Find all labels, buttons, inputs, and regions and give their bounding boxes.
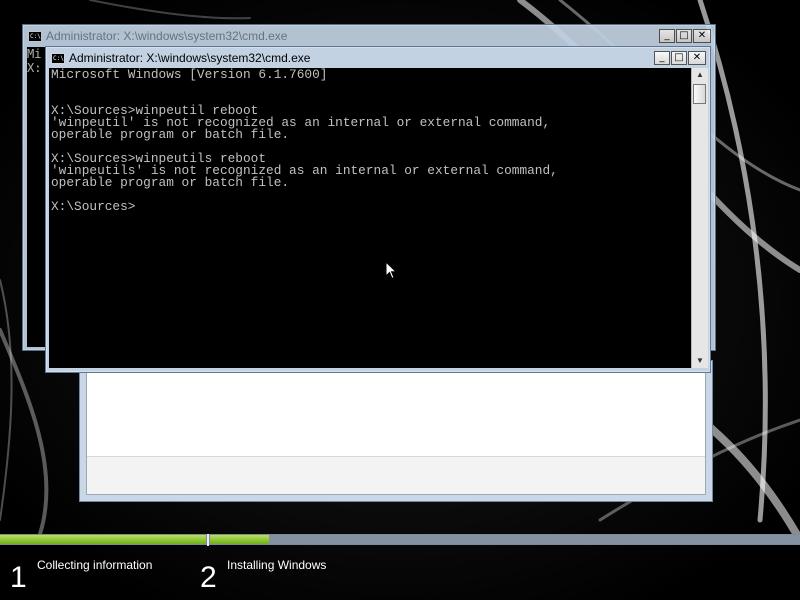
scroll-down-arrow-icon[interactable]: ▼ bbox=[693, 354, 707, 368]
setup-footer bbox=[87, 457, 705, 494]
step2-progress-track bbox=[210, 535, 800, 544]
minimize-button[interactable]: _ bbox=[654, 51, 670, 65]
setup-content bbox=[86, 367, 706, 495]
console-line: Mi bbox=[27, 47, 42, 61]
close-button[interactable]: ✕ bbox=[688, 51, 706, 65]
cmd-icon: C:\ bbox=[28, 30, 42, 42]
step-label: Collecting information bbox=[37, 558, 153, 572]
console-line: operable program or batch file. bbox=[51, 175, 290, 190]
window-title: Administrator: X:\windows\system32\cmd.e… bbox=[69, 51, 311, 65]
title-bar[interactable]: C:\ Administrator: X:\windows\system32\c… bbox=[48, 49, 708, 67]
console-prompt: X:\Sources> bbox=[51, 199, 136, 214]
maximize-button[interactable]: □ bbox=[671, 51, 687, 65]
console-line: operable program or batch file. bbox=[51, 127, 290, 142]
console-output[interactable]: Mi X: bbox=[27, 47, 47, 347]
step2-progress-fill bbox=[210, 535, 269, 544]
console-output[interactable]: Microsoft Windows [Version 6.1.7600] X:\… bbox=[49, 68, 691, 368]
progress-separator bbox=[207, 534, 209, 546]
minimize-button[interactable]: _ bbox=[659, 29, 675, 43]
step1-progress-fill bbox=[0, 535, 206, 544]
console-line: X: bbox=[27, 61, 42, 75]
cmd-window[interactable]: C:\ Administrator: X:\windows\system32\c… bbox=[45, 46, 711, 373]
scroll-up-arrow-icon[interactable]: ▲ bbox=[693, 68, 707, 82]
scroll-thumb[interactable] bbox=[693, 84, 706, 104]
step-label: Installing Windows bbox=[227, 558, 327, 572]
window-title: Administrator: X:\windows\system32\cmd.e… bbox=[46, 29, 288, 43]
title-bar[interactable]: C:\ Administrator: X:\windows\system32\c… bbox=[25, 27, 713, 45]
step-number: 2 bbox=[200, 561, 217, 594]
setup-window bbox=[79, 360, 713, 502]
cmd-icon: C:\ bbox=[51, 52, 65, 64]
console-line: Microsoft Windows [Version 6.1.7600] bbox=[51, 68, 328, 82]
step-number: 1 bbox=[10, 561, 27, 594]
maximize-button[interactable]: □ bbox=[676, 29, 692, 43]
mouse-pointer-icon bbox=[385, 261, 397, 280]
vertical-scrollbar[interactable]: ▲ ▼ bbox=[691, 68, 708, 368]
close-button[interactable]: ✕ bbox=[693, 29, 711, 43]
